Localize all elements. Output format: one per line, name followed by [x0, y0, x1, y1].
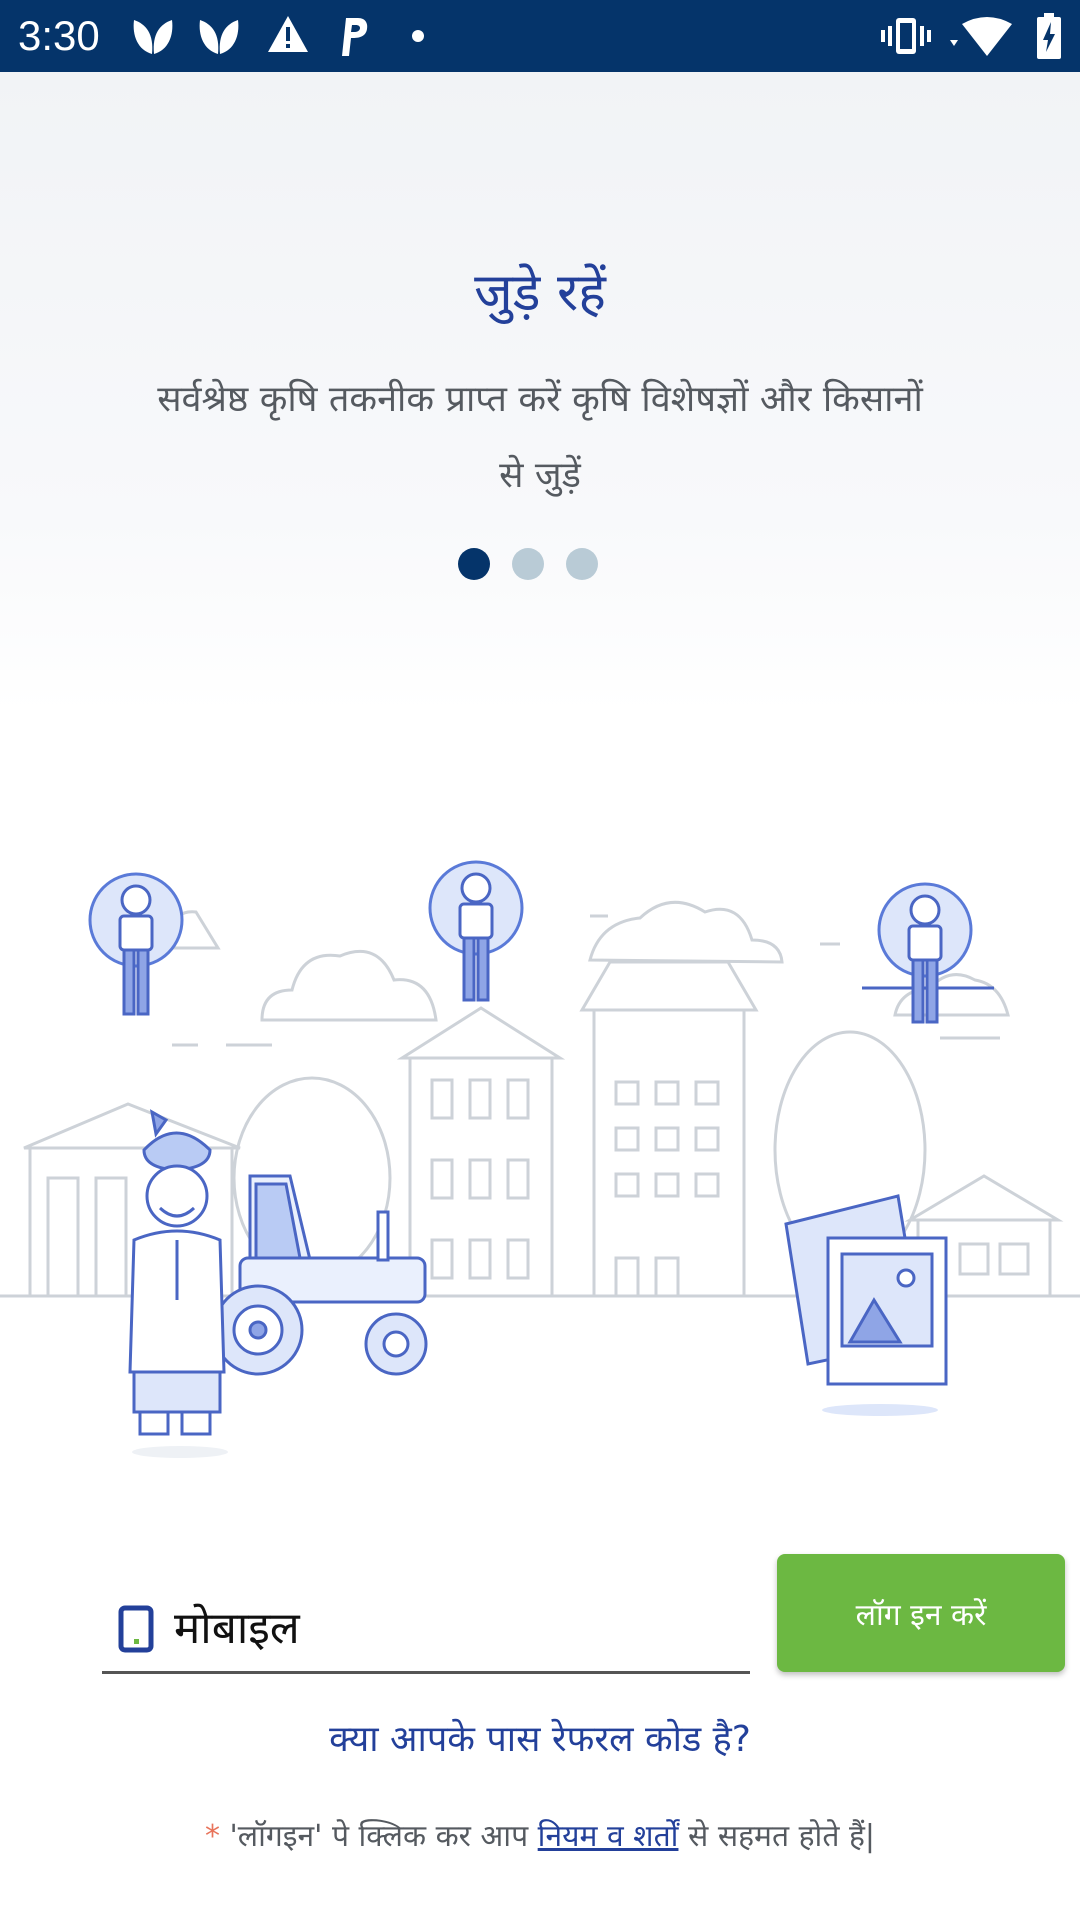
leaf-notification-icon — [199, 20, 239, 54]
tractor-icon — [212, 1174, 428, 1376]
photo-gallery-icon — [784, 1194, 948, 1386]
referral-code-link[interactable]: क्या आपके पास रेफरल कोड है? — [0, 1712, 1080, 1768]
user-avatar-icon — [88, 872, 184, 1016]
terms-asterisk: * — [205, 1819, 220, 1854]
mobile-number-field — [102, 1585, 750, 1674]
wifi-icon — [950, 17, 1012, 56]
farmer-community-illustration — [0, 860, 1080, 1458]
vibrate-icon — [881, 18, 931, 54]
parking-p-icon — [342, 18, 368, 56]
terms-link[interactable]: नियम व शर्तों — [538, 1819, 679, 1854]
terms-prefix: 'लॉगइन' पे क्लिक कर आप — [229, 1819, 529, 1854]
onboarding-title: जुड़े रहें — [474, 263, 606, 323]
pagination-dots — [0, 548, 1080, 584]
mobile-input[interactable] — [172, 1585, 746, 1671]
smartphone-icon — [118, 1605, 154, 1653]
warning-icon — [268, 16, 308, 52]
user-avatar-icon — [428, 860, 524, 1002]
pagination-dot-3[interactable] — [566, 548, 598, 580]
battery-charging-icon — [1037, 13, 1061, 59]
status-bar: 3:30 — [0, 0, 1080, 72]
terms-suffix: से सहमत होते हैं| — [688, 1819, 875, 1854]
leaf-notification-icon — [133, 20, 173, 54]
pagination-dot-1[interactable] — [458, 548, 490, 580]
onboarding-subtitle: सर्वश्रेष्ठ कृषि तकनीक प्राप्त करें कृषि… — [157, 379, 923, 496]
pagination-dot-2[interactable] — [512, 548, 544, 580]
terms-notice: * 'लॉगइन' पे क्लिक कर आप नियम व शर्तों स… — [0, 1812, 1080, 1862]
login-button[interactable]: लॉग इन करें — [777, 1554, 1065, 1672]
dot-icon — [412, 30, 424, 42]
status-time: 3:30 — [18, 12, 100, 59]
farmer-illustration-icon — [128, 1109, 226, 1436]
user-avatar-icon — [862, 882, 994, 1024]
